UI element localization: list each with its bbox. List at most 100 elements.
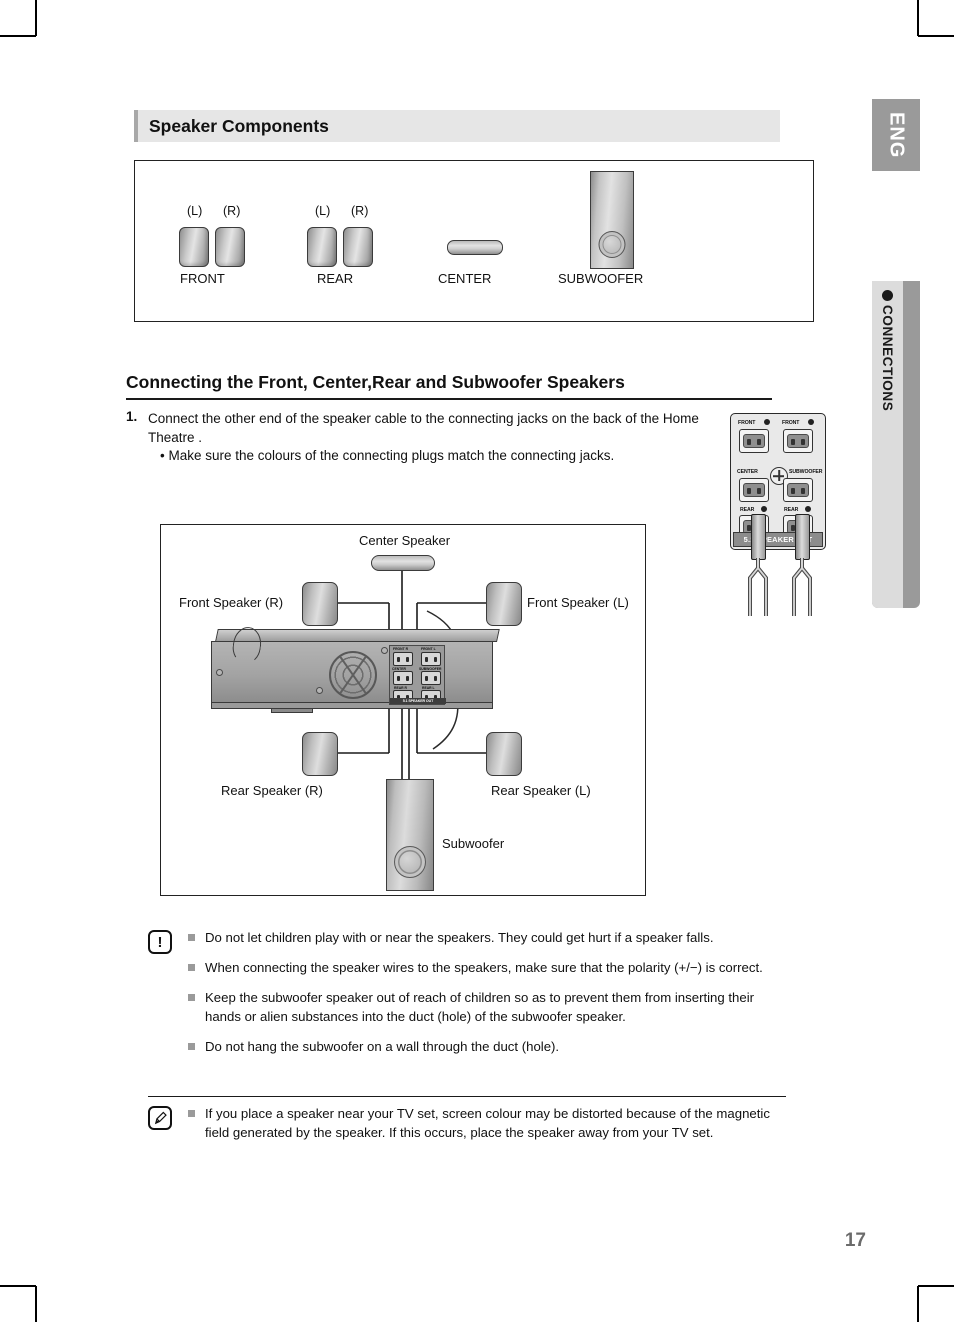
diagram-rear-left-speaker-icon bbox=[486, 732, 522, 776]
section-tab-label-wrap: CONNECTIONS bbox=[872, 305, 903, 605]
crop-mark-bottom-right-horizontal bbox=[918, 1285, 954, 1287]
crop-mark-top-right-vertical bbox=[917, 0, 919, 36]
language-tab-eng: ENG bbox=[872, 99, 920, 171]
panel-jack-dot-front-l bbox=[808, 419, 814, 425]
rear-panel-illustration: FRONT FRONT CENTER SUBWOOFER REAR REAR 5… bbox=[730, 413, 826, 550]
jack-hole-icon bbox=[787, 434, 809, 448]
diagram-center-speaker-icon bbox=[371, 555, 435, 571]
speaker-components-box: (L) (R) FRONT (L) (R) REAR CENTER SUBWOO… bbox=[134, 160, 814, 322]
step-number: 1. bbox=[126, 409, 138, 424]
page-title: Connecting the Front, Center,Rear and Su… bbox=[126, 372, 625, 392]
connection-diagram: Center Speaker Front Speaker (R) Front S… bbox=[160, 524, 646, 896]
receiver-fan-vent-icon bbox=[329, 651, 377, 699]
panel-jack-label-center: CENTER bbox=[737, 469, 758, 475]
center-speaker-label: CENTER bbox=[438, 271, 492, 286]
receiver-screw-right bbox=[381, 647, 388, 654]
subwoofer-icon bbox=[590, 171, 634, 269]
front-right-speaker-icon bbox=[215, 227, 245, 267]
receiver-jack-front-l bbox=[421, 652, 441, 666]
crop-mark-top-left-horizontal bbox=[0, 35, 36, 37]
receiver-foot bbox=[271, 708, 313, 713]
diagram-rear-right-label: Rear Speaker (R) bbox=[221, 783, 323, 798]
speaker-plug-left bbox=[751, 514, 766, 560]
section-header: Speaker Components bbox=[134, 110, 780, 142]
rear-right-marker: (R) bbox=[351, 204, 369, 218]
receiver-jack-subwoofer bbox=[421, 671, 441, 685]
front-right-marker: (R) bbox=[223, 204, 241, 218]
diagram-front-right-speaker-icon bbox=[302, 582, 338, 626]
crop-mark-bottom-right-vertical bbox=[917, 1286, 919, 1322]
panel-jack-label-front-l: FRONT bbox=[782, 420, 800, 426]
caution-item: Do not hang the subwoofer on a wall thro… bbox=[188, 1037, 788, 1056]
diagram-rear-right-speaker-icon bbox=[302, 732, 338, 776]
receiver-jack-footer-label: 5.1 SPEAKER OUT bbox=[402, 699, 434, 703]
page-title-rule bbox=[126, 398, 772, 400]
diagram-front-left-label: Front Speaker (L) bbox=[527, 595, 629, 610]
panel-jack-front-l bbox=[783, 429, 813, 453]
diagram-subwoofer-label: Subwoofer bbox=[442, 836, 505, 851]
page-number: 17 bbox=[844, 1230, 866, 1251]
note-item: If you place a speaker near your TV set,… bbox=[188, 1104, 788, 1142]
subwoofer-port-icon bbox=[598, 231, 626, 258]
diagram-rear-left-label: Rear Speaker (L) bbox=[491, 783, 591, 798]
panel-jack-dot-rear-r bbox=[761, 506, 767, 512]
receiver-jack-label-front-r: FRONT R bbox=[393, 647, 409, 651]
speaker-plug-right bbox=[795, 514, 810, 560]
language-tab-label: ENG bbox=[885, 111, 908, 159]
section-header-title: Speaker Components bbox=[149, 115, 329, 136]
filled-circle-icon bbox=[882, 290, 893, 301]
jack-hole-icon bbox=[787, 483, 809, 497]
exclamation-icon: ! bbox=[148, 930, 172, 954]
note-pencil-icon bbox=[148, 1106, 172, 1130]
panel-jack-label-rear-l: REAR bbox=[784, 507, 799, 513]
rear-speakers-label: REAR bbox=[317, 271, 354, 286]
step-bullet-text: • Make sure the colours of the connectin… bbox=[160, 448, 615, 463]
panel-jack-label-rear-r: REAR bbox=[740, 507, 755, 513]
rear-right-speaker-icon bbox=[343, 227, 373, 267]
receiver-jack-label-front-l: FRONT L bbox=[421, 647, 436, 651]
rear-left-marker: (L) bbox=[315, 204, 331, 218]
caution-list: Do not let children play with or near th… bbox=[188, 928, 788, 1067]
pencil-glyph bbox=[154, 1111, 167, 1124]
caution-item: Do not let children play with or near th… bbox=[188, 928, 788, 947]
diagram-front-left-speaker-icon bbox=[486, 582, 522, 626]
receiver-jack-block: FRONT R FRONT L CENTER SUBWOOFER REAR R … bbox=[389, 645, 446, 705]
front-speakers-label: FRONT bbox=[180, 271, 225, 286]
note-divider bbox=[148, 1096, 786, 1098]
note-list: If you place a speaker near your TV set,… bbox=[188, 1104, 788, 1153]
diagram-subwoofer-port-icon bbox=[394, 846, 426, 878]
panel-jack-subwoofer bbox=[783, 478, 813, 502]
speaker-cable-forks bbox=[748, 558, 812, 616]
panel-jack-dot-front-r bbox=[764, 419, 770, 425]
panel-jack-label-subwoofer: SUBWOOFER bbox=[789, 469, 823, 475]
caution-item: When connecting the speaker wires to the… bbox=[188, 958, 788, 977]
jack-hole-icon bbox=[743, 434, 765, 448]
diagram-subwoofer-icon bbox=[386, 779, 434, 891]
panel-jack-label-front-r: FRONT bbox=[738, 420, 756, 426]
receiver-screw-left bbox=[216, 669, 223, 676]
crop-mark-bottom-left-vertical bbox=[35, 1286, 37, 1322]
receiver-base bbox=[211, 702, 493, 709]
panel-jack-front-r bbox=[739, 429, 769, 453]
receiver-jack-footer: 5.1 SPEAKER OUT bbox=[390, 698, 446, 704]
rear-left-speaker-icon bbox=[307, 227, 337, 267]
receiver-jack-front-r bbox=[393, 652, 413, 666]
center-speaker-icon bbox=[447, 240, 503, 255]
crop-mark-top-right-horizontal bbox=[918, 35, 954, 37]
receiver-screw-mid bbox=[316, 687, 323, 694]
front-left-speaker-icon bbox=[179, 227, 209, 267]
panel-jack-center bbox=[739, 478, 769, 502]
receiver-jack-center bbox=[393, 671, 413, 685]
crop-mark-bottom-left-horizontal bbox=[0, 1285, 36, 1287]
front-left-marker: (L) bbox=[187, 204, 203, 218]
section-tab-label: CONNECTIONS bbox=[880, 305, 895, 412]
home-theatre-receiver-illustration: FRONT R FRONT L CENTER SUBWOOFER REAR R … bbox=[211, 625, 501, 715]
subwoofer-label: SUBWOOFER bbox=[558, 271, 644, 286]
jack-hole-icon bbox=[743, 483, 765, 497]
crop-mark-top-left-vertical bbox=[35, 0, 37, 36]
diagram-front-right-label: Front Speaker (R) bbox=[179, 595, 284, 610]
diagram-center-speaker-label: Center Speaker bbox=[359, 533, 451, 548]
section-tab-inner: CONNECTIONS bbox=[872, 281, 903, 608]
panel-jack-dot-rear-l bbox=[805, 506, 811, 512]
caution-item: Keep the subwoofer speaker out of reach … bbox=[188, 988, 788, 1026]
